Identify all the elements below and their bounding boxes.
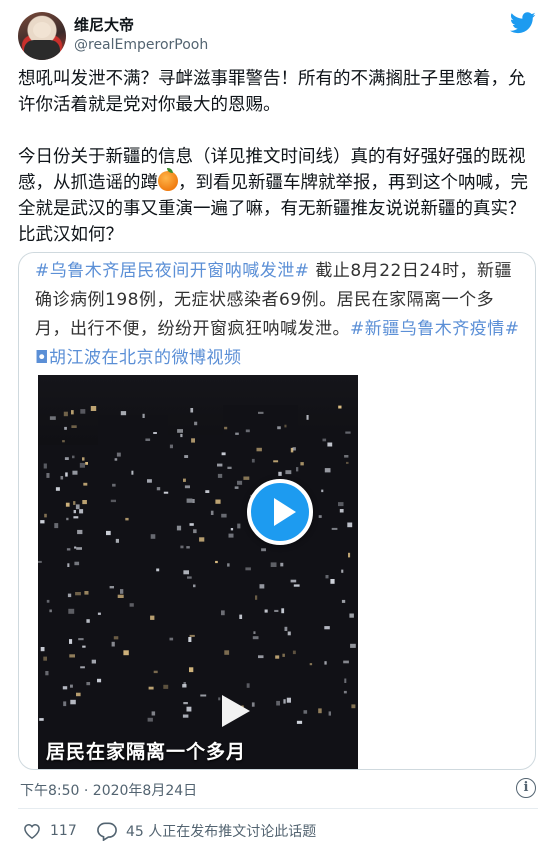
play-button[interactable]	[247, 479, 313, 545]
tangerine-emoji-icon	[158, 168, 178, 191]
user-handle[interactable]: @realEmperorPooh	[74, 37, 208, 53]
avatar[interactable]	[18, 12, 66, 60]
speech-bubble-icon	[97, 822, 117, 841]
hashtag-xinjiang[interactable]: #新疆乌鲁木齐疫情#	[350, 319, 520, 339]
twitter-bird-icon[interactable]	[510, 12, 536, 34]
like-button[interactable]: 117	[22, 820, 77, 842]
discussion-link[interactable]: 45 人正在发布推文讨论此话题	[96, 820, 316, 842]
divider	[18, 808, 538, 809]
discussion-count-text: 45 人正在发布推文讨论此话题	[126, 824, 317, 840]
display-name[interactable]: 维尼大帝	[74, 14, 134, 35]
heart-icon	[24, 823, 40, 839]
embedded-weibo-caption: #乌鲁木齐居民夜间开窗呐喊发泄# 截止8月22日24时，新疆确诊病例198例，无…	[35, 261, 520, 368]
weibo-video-link[interactable]: ◘胡江波在北京的微博视频	[35, 348, 241, 368]
like-count: 117	[50, 823, 77, 839]
tweet-timestamp[interactable]: 下午8:50 · 2020年8月24日	[20, 780, 197, 800]
tweet-paragraph-2: 今日份关于新疆的信息（详见推文时间线）真的有好强好强的既视感，从抓造谣的蹲 ，到看…	[18, 147, 528, 245]
tweet-text: 想吼叫发泄不满？寻衅滋事罪警告！所有的不满搁肚子里憋着，允许你活着就是党对你最大…	[18, 66, 538, 248]
hashtag-urumqi[interactable]: #乌鲁木齐居民夜间开窗呐喊发泄#	[35, 261, 310, 281]
video-caption: 居民在家隔离一个多月	[46, 741, 247, 763]
video-play-icon	[222, 695, 250, 727]
tweet-card: 维尼大帝 @realEmperorPooh 想吼叫发泄不满？寻衅滋事罪警告！所有…	[0, 0, 556, 852]
info-icon[interactable]: i	[516, 778, 536, 798]
media-attachment[interactable]: #乌鲁木齐居民夜间开窗呐喊发泄# 截止8月22日24时，新疆确诊病例198例，无…	[18, 252, 536, 770]
night-buildings-image	[38, 405, 358, 769]
embedded-video-frame[interactable]: 居民在家隔离一个多月	[38, 375, 358, 769]
tweet-paragraph-1: 想吼叫发泄不满？寻衅滋事罪警告！所有的不满搁肚子里憋着，允许你活着就是党对你最大…	[18, 69, 526, 115]
